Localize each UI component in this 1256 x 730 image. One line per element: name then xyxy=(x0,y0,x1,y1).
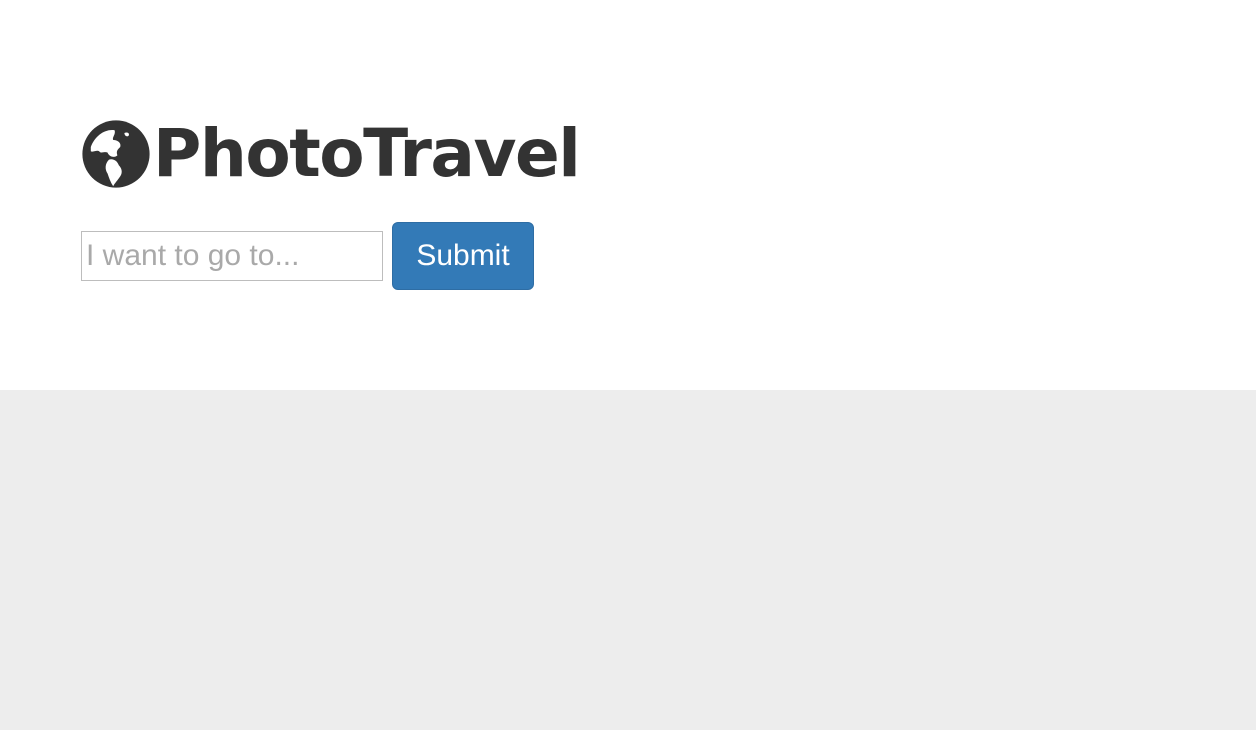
destination-input[interactable] xyxy=(81,231,383,281)
page-header: PhotoTravel Submit xyxy=(0,0,1256,390)
brand-name: PhotoTravel xyxy=(153,115,581,192)
globe-icon xyxy=(82,120,150,188)
submit-button[interactable]: Submit xyxy=(392,222,534,290)
search-form: Submit xyxy=(81,222,534,290)
content-area xyxy=(0,390,1256,730)
logo: PhotoTravel xyxy=(81,115,581,192)
